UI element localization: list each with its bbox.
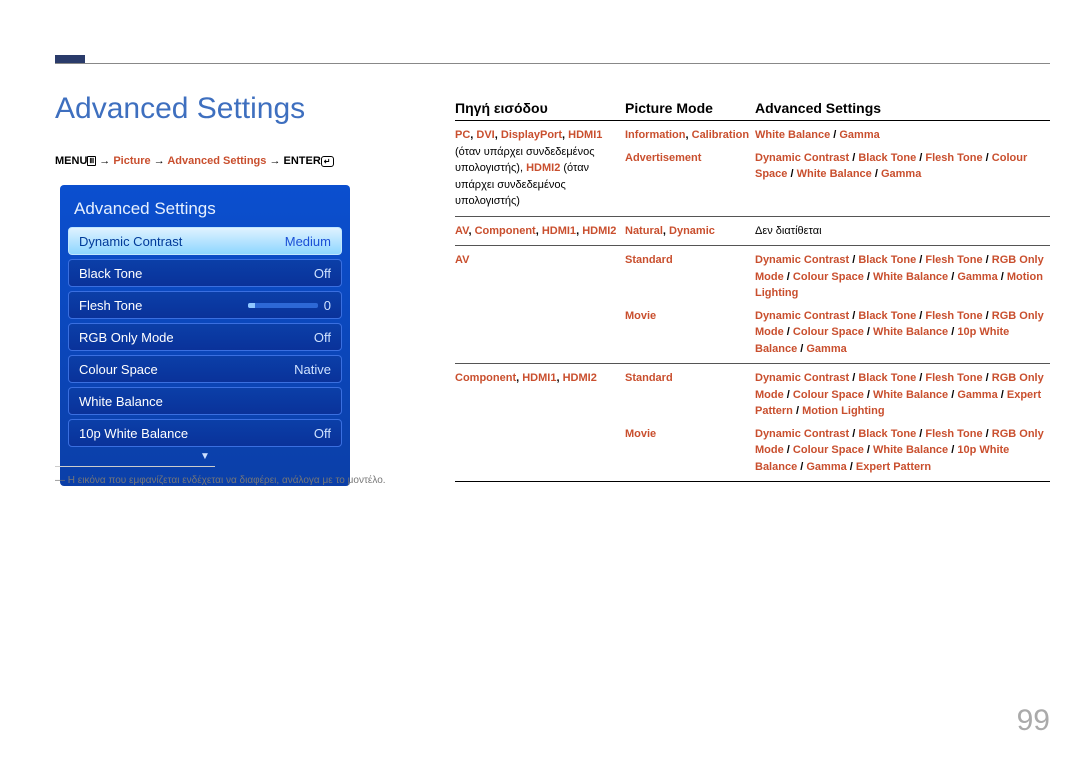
slider[interactable] [248,303,318,308]
cell-mode: Standard [625,252,755,302]
cell-mode: Movie [625,308,755,358]
header-accent [55,55,85,63]
cell-settings: Δεν διατίθεται [755,223,1050,240]
cell-mode: Natural, Dynamic [625,223,755,240]
cell-settings: Dynamic Contrast / Black Tone / Flesh To… [755,426,1050,476]
osd-label: 10p White Balance [79,426,188,441]
menu-icon: Ⅲ [87,156,96,166]
osd-value: Off [314,266,331,281]
cell-settings: Dynamic Contrast / Black Tone / Flesh To… [755,308,1050,358]
cell-mode: Standard [625,370,755,420]
osd-label: Dynamic Contrast [79,234,182,249]
osd-row[interactable]: White Balance [68,387,342,415]
osd-row[interactable]: 10p White Balance Off [68,419,342,447]
cell-mode: Information, Calibration [625,127,755,144]
cell-settings: Dynamic Contrast / Black Tone / Flesh To… [755,370,1050,420]
osd-label: Colour Space [79,362,158,377]
osd-panel: Advanced Settings Dynamic Contrast Medium… [60,185,350,486]
page-number: 99 [1017,704,1050,738]
cell-mode: Advertisement [625,150,755,183]
osd-value: Off [314,426,331,441]
osd-value: Medium [285,234,331,249]
osd-row[interactable]: Black Tone Off [68,259,342,287]
cell-source: AV [455,252,625,357]
table-row: AVStandardDynamic Contrast / Black Tone … [455,246,1050,364]
cell-settings: Dynamic Contrast / Black Tone / Flesh To… [755,150,1050,183]
cell-source: AV, Component, HDMI1, HDMI2 [455,223,625,240]
header-rule [55,63,1050,64]
page-title: Advanced Settings [55,92,305,126]
table-row: AV, Component, HDMI1, HDMI2Natural, Dyna… [455,217,1050,247]
osd-row[interactable]: Colour Space Native [68,355,342,383]
osd-value: Off [314,330,331,345]
enter-icon: ↵ [321,156,334,167]
settings-table: Πηγή εισόδου Picture Mode Advanced Setti… [455,100,1050,482]
osd-label: White Balance [79,394,163,409]
cell-settings: White Balance / Gamma [755,127,1050,144]
osd-value: Native [294,362,331,377]
col-header-settings: Advanced Settings [755,100,1050,116]
col-header-source: Πηγή εισόδου [455,100,625,116]
osd-value: 0 [248,298,331,313]
osd-row[interactable]: Flesh Tone 0 [68,291,342,319]
cell-settings: Dynamic Contrast / Black Tone / Flesh To… [755,252,1050,302]
table-row: PC, DVI, DisplayPort, HDMI1 (όταν υπάρχε… [455,121,1050,217]
table-row: Component, HDMI1, HDMI2StandardDynamic C… [455,364,1050,482]
osd-label: RGB Only Mode [79,330,174,345]
chevron-down-icon[interactable]: ▼ [68,451,342,462]
cell-source: PC, DVI, DisplayPort, HDMI1 (όταν υπάρχε… [455,127,625,210]
cell-mode: Movie [625,426,755,476]
cell-source: Component, HDMI1, HDMI2 [455,370,625,475]
osd-label: Flesh Tone [79,298,142,313]
col-header-mode: Picture Mode [625,100,755,116]
osd-label: Black Tone [79,266,142,281]
footnote: ― Η εικόνα που εμφανίζεται ενδέχεται να … [55,475,386,486]
osd-row[interactable]: Dynamic Contrast Medium [68,227,342,255]
breadcrumb: MENUⅢ → Picture → Advanced Settings → EN… [55,155,334,167]
osd-row[interactable]: RGB Only Mode Off [68,323,342,351]
divider [55,466,215,467]
osd-title: Advanced Settings [68,193,342,227]
